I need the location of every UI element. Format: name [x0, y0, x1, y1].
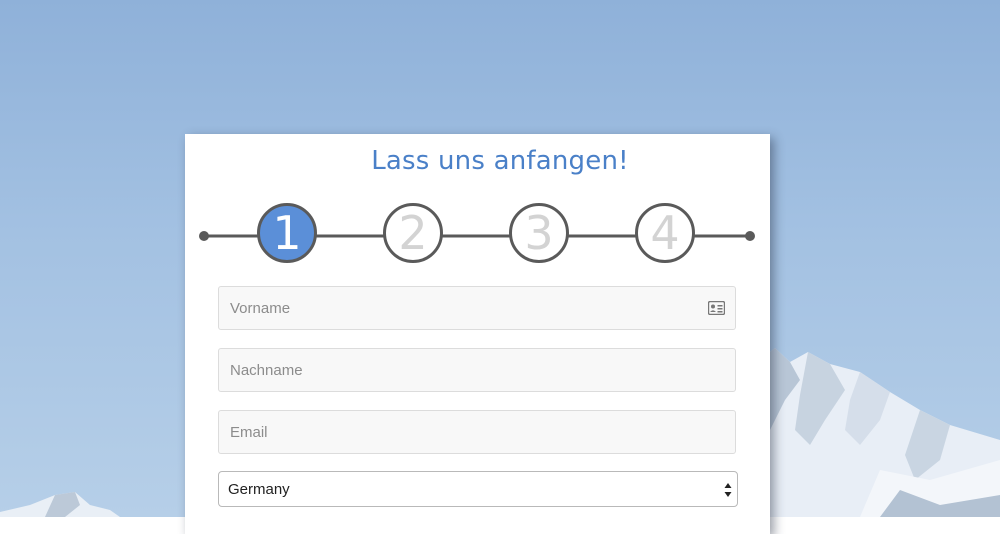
step-3-indicator[interactable]: 3: [509, 203, 569, 263]
last-name-field-wrapper: [218, 348, 736, 392]
last-name-input[interactable]: [219, 349, 735, 391]
select-arrows-icon: [724, 483, 732, 497]
email-field-wrapper: [218, 410, 736, 454]
form-title: Lass uns anfangen!: [371, 146, 629, 176]
id-card-icon: [708, 301, 725, 315]
country-select[interactable]: Germany: [218, 471, 738, 507]
step-4-indicator[interactable]: 4: [635, 203, 695, 263]
email-input[interactable]: [219, 411, 735, 453]
country-select-value: Germany: [228, 481, 290, 498]
step-1-indicator[interactable]: 1: [257, 203, 317, 263]
first-name-input[interactable]: [219, 287, 735, 329]
step-2-indicator[interactable]: 2: [383, 203, 443, 263]
first-name-field-wrapper: [218, 286, 736, 330]
